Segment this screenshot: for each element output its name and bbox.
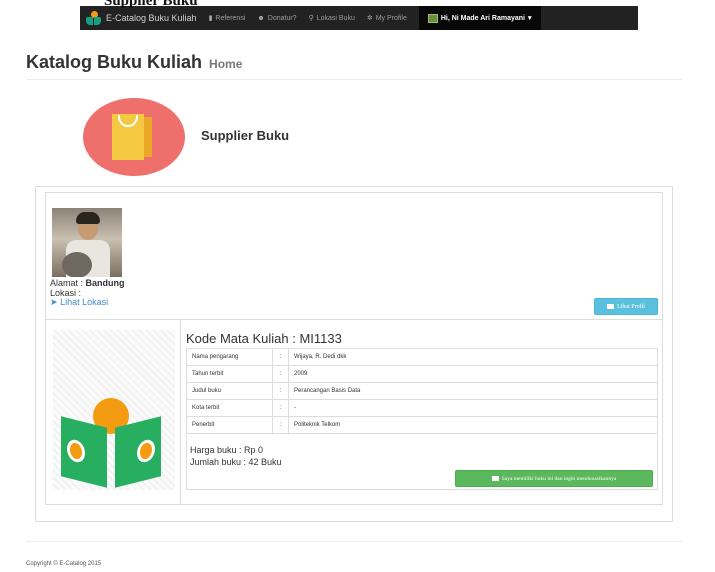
divider xyxy=(180,319,181,505)
donate-book-button[interactable]: Saya memiliki buku ini dan ingin mendona… xyxy=(455,470,653,487)
location-arrow-icon: ➤ xyxy=(50,297,58,307)
id-card-icon xyxy=(491,476,499,481)
nav-item-referensi[interactable]: ▮ Referensi xyxy=(208,14,246,23)
nav-item-lokasi-buku[interactable]: ⚲ Lokasi Buku xyxy=(308,14,355,23)
map-marker-icon: ⚲ xyxy=(308,15,314,22)
detail-key: Tahun terbit xyxy=(186,365,273,383)
detail-value: Perancangan Basis Data xyxy=(288,382,658,400)
detail-value: - xyxy=(288,399,658,417)
nav-item-label: My Profile xyxy=(375,14,407,22)
detail-value: Wijaya, R. Dedi dkk xyxy=(288,348,658,366)
donate-book-label: Saya memiliki buku ini dan ingin mendona… xyxy=(501,475,617,482)
supplier-photo xyxy=(52,208,122,277)
avatar xyxy=(427,13,438,23)
supplier-title: Supplier Buku xyxy=(201,128,290,143)
nav-item-label: Lokasi Buku xyxy=(316,14,355,22)
detail-key: Judul buku xyxy=(186,382,273,400)
lihat-profil-label: Lihat Profil xyxy=(617,303,645,310)
brand-label: E-Catalog Buku Kuliah xyxy=(106,13,197,23)
nav-item-my-profile[interactable]: ✲ My Profile xyxy=(366,14,407,23)
reader-logo-icon xyxy=(86,11,102,25)
footer-copyright: Copyright © E-Catalog 2015 xyxy=(26,561,102,567)
top-navbar: E-Catalog Buku Kuliah ▮ Referensi ☻ Dona… xyxy=(80,6,638,30)
footer-divider xyxy=(26,541,682,542)
page-title: Katalog Buku Kuliah Home xyxy=(26,52,682,73)
alamat-value: Bandung xyxy=(85,278,125,288)
table-row: Kota terbit : - xyxy=(186,399,658,417)
detail-key: Nama pengarang xyxy=(186,348,273,366)
lihat-lokasi-label: Lihat Lokasi xyxy=(60,297,109,307)
nav-item-label: Referensi xyxy=(215,14,246,22)
lihat-lokasi-link[interactable]: ➤ Lihat Lokasi xyxy=(50,298,108,307)
caret-down-icon: ▾ xyxy=(528,15,532,22)
table-row: Penerbit : Politeknik Telkom xyxy=(186,416,658,434)
page-title-text: Katalog Buku Kuliah xyxy=(26,52,203,72)
detail-value: 2009 xyxy=(288,365,658,383)
page-header: Katalog Buku Kuliah Home xyxy=(26,52,682,80)
id-card-icon xyxy=(607,304,615,309)
divider xyxy=(45,319,663,320)
harga-buku: Harga buku : Rp 0 xyxy=(190,445,264,455)
lihat-profil-button[interactable]: Lihat Profil xyxy=(594,298,658,315)
page-subtitle: Home xyxy=(209,57,243,71)
book-icon: ▮ xyxy=(208,15,213,22)
nav-item-donatur[interactable]: ☻ Donatur? xyxy=(257,15,296,22)
detail-key: Penerbit xyxy=(186,416,273,434)
gear-icon: ✲ xyxy=(366,15,373,22)
user-greeting: Hi, Ni Made Ari Ramayani xyxy=(440,14,525,22)
book-detail-table: Nama pengarang : Wijaya, R. Dedi dkk Tah… xyxy=(186,348,658,434)
table-row: Nama pengarang : Wijaya, R. Dedi dkk xyxy=(186,348,658,366)
alamat-label: Alamat : xyxy=(50,278,84,288)
table-row: Judul buku : Perancangan Basis Data xyxy=(186,382,658,400)
course-code: Kode Mata Kuliah : MI1133 xyxy=(186,331,342,346)
table-row: Tahun terbit : 2009 xyxy=(186,365,658,383)
user-menu-dropdown[interactable]: Hi, Ni Made Ari Ramayani ▾ xyxy=(418,6,541,30)
detail-key: Kota terbit xyxy=(186,399,273,417)
overlay-heading: Supplier Buku xyxy=(104,0,198,9)
detail-value: Politeknik Telkom xyxy=(288,416,658,434)
users-icon: ☻ xyxy=(257,14,265,22)
shopping-bag-icon xyxy=(83,98,185,176)
alamat: Alamat : Bandung xyxy=(50,279,125,288)
book-reader-icon xyxy=(53,330,175,490)
brand-link[interactable]: E-Catalog Buku Kuliah xyxy=(86,11,197,25)
jumlah-buku: Jumlah buku : 42 Buku xyxy=(190,457,282,467)
nav-item-label: Donatur? xyxy=(267,14,297,22)
